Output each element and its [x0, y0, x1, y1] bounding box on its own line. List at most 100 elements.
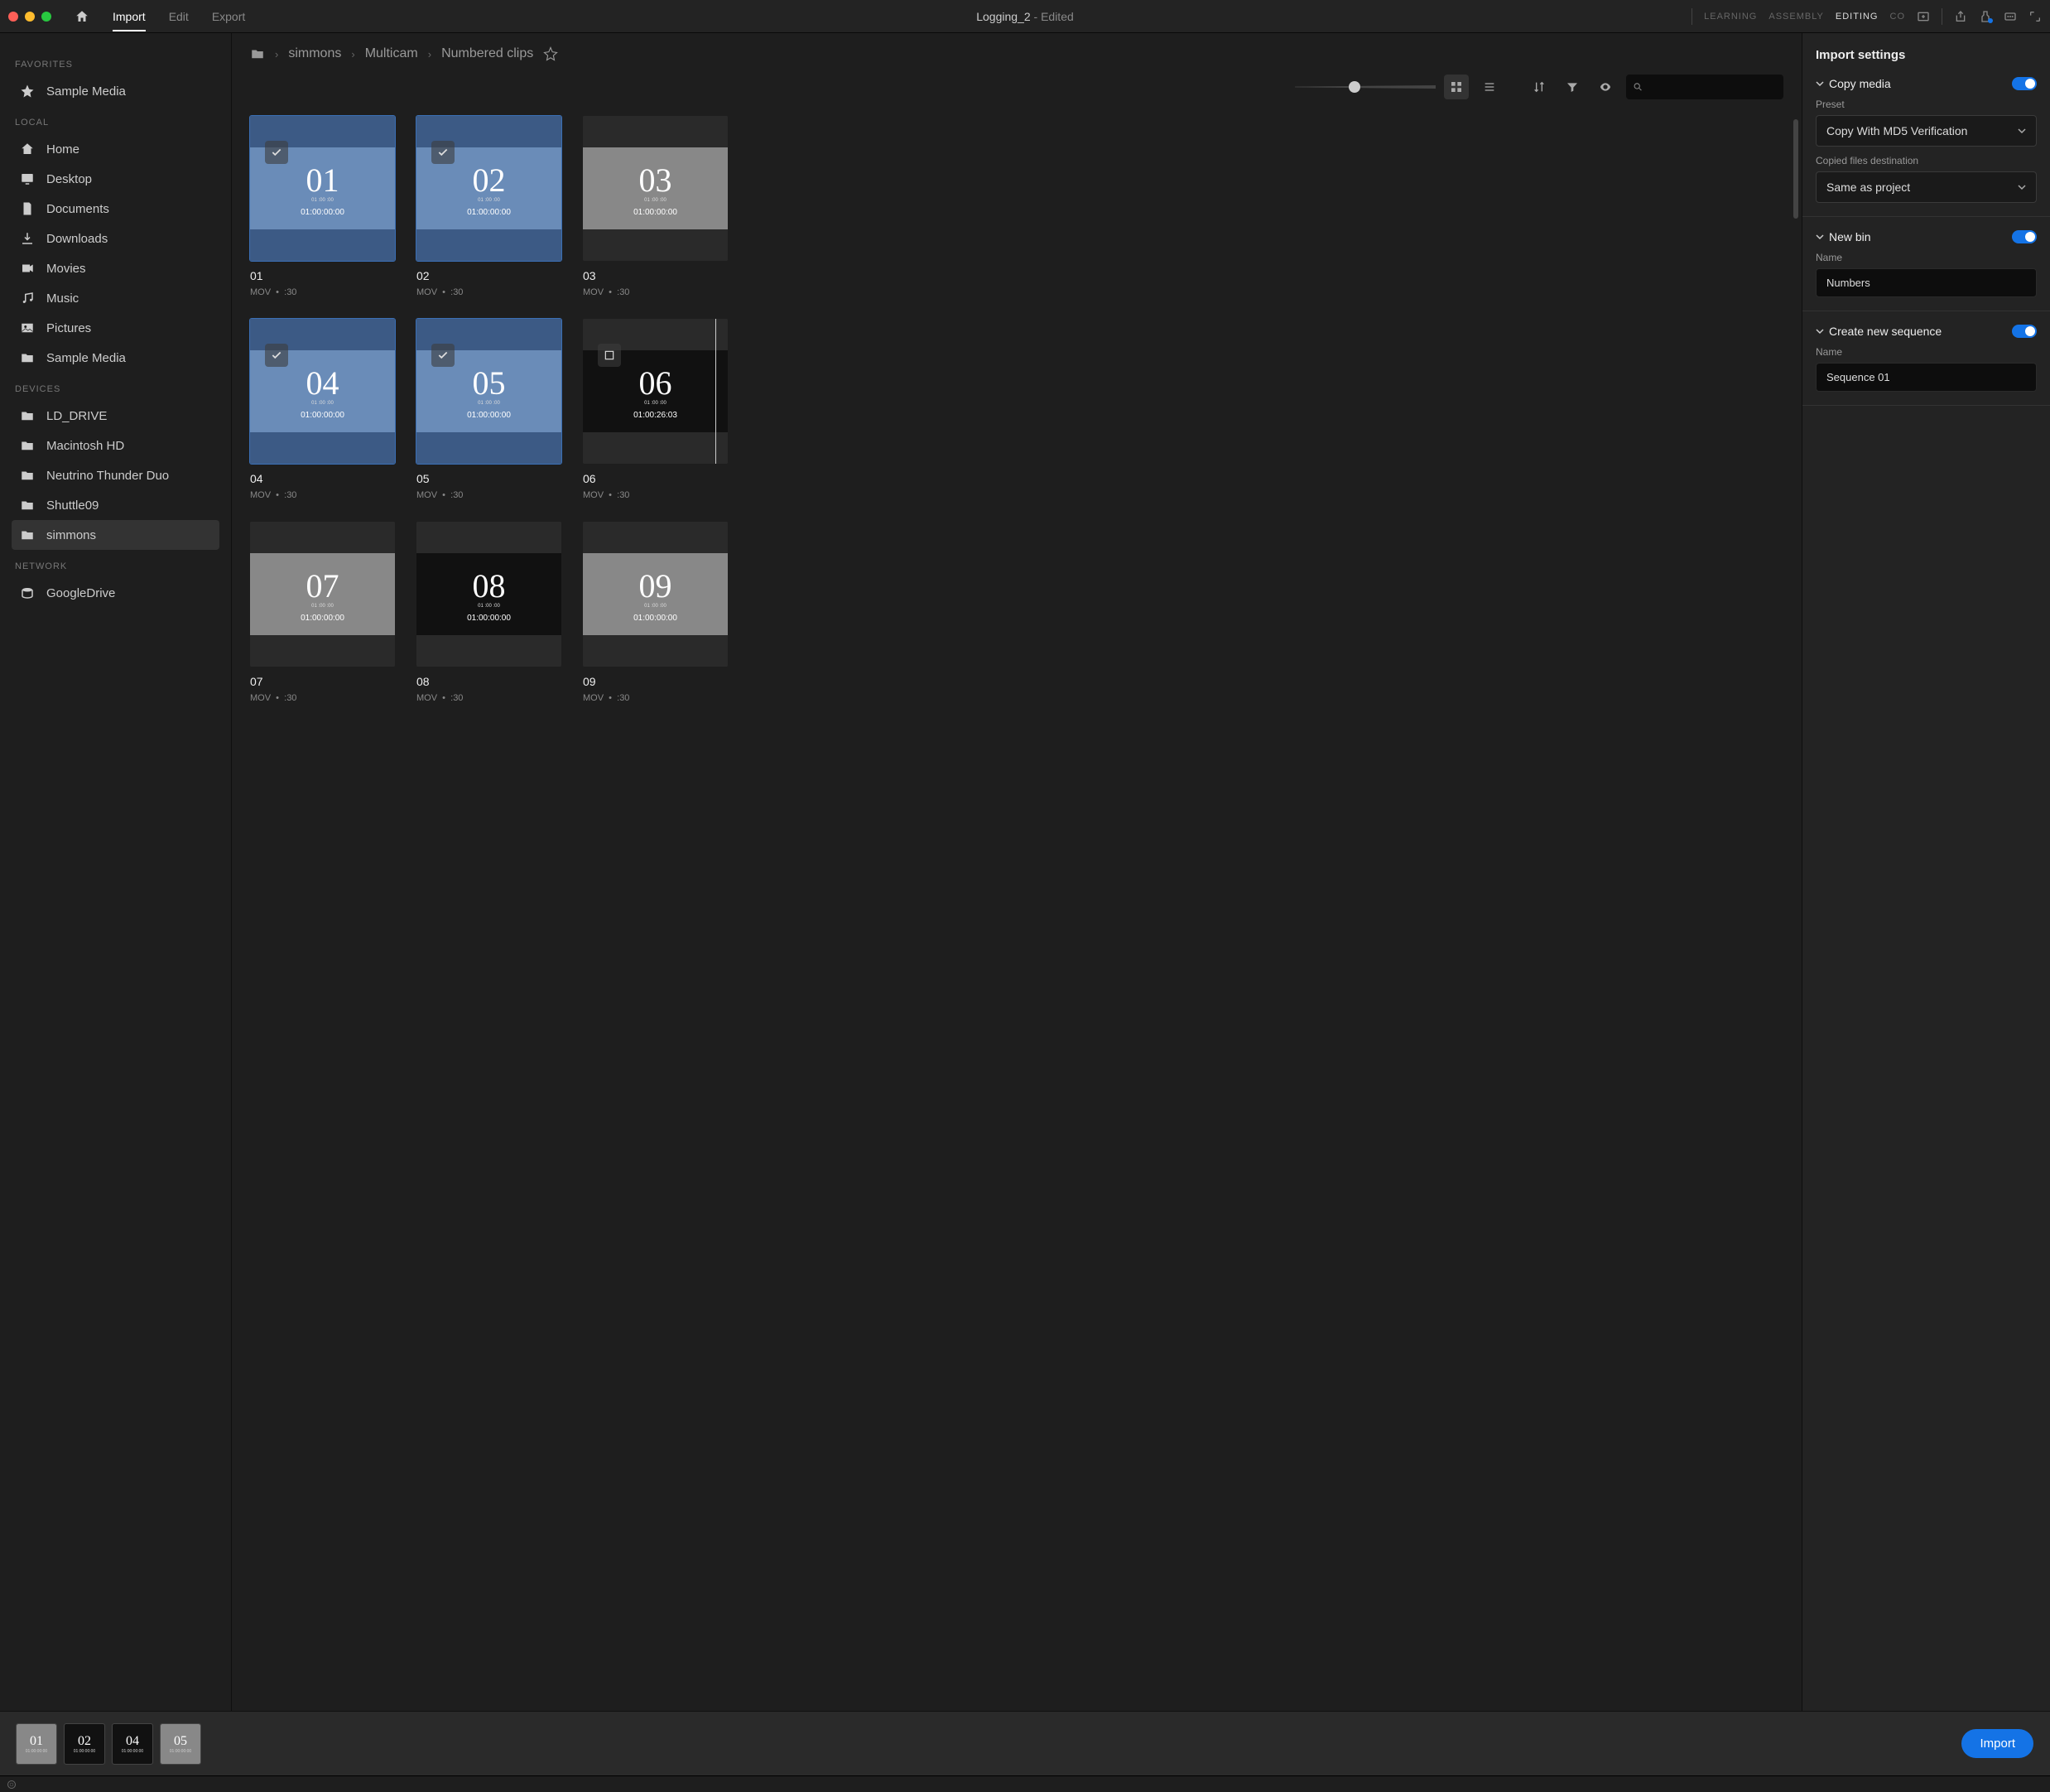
- sequence-name-input[interactable]: [1816, 363, 2037, 392]
- section-copy-media[interactable]: Copy media: [1816, 77, 2037, 90]
- clip-checkbox[interactable]: [431, 141, 455, 164]
- breadcrumb-root-icon[interactable]: [250, 46, 265, 61]
- sidebar-item-simmons[interactable]: simmons: [12, 520, 219, 550]
- clip-thumbnail[interactable]: 01 01 :00 :00 01:00:00:00: [250, 116, 395, 261]
- clip-number-overlay: 08: [473, 566, 506, 605]
- destination-select[interactable]: Same as project: [1816, 171, 2037, 203]
- sidebar-item-sample-media-fav[interactable]: Sample Media: [12, 76, 219, 106]
- toggle-copy-media[interactable]: [2012, 77, 2037, 90]
- clip-card[interactable]: 08 01 :00 :00 01:00:00:00 08 MOV • :30: [416, 522, 561, 703]
- sidebar-item-neutrino[interactable]: Neutrino Thunder Duo: [12, 460, 219, 490]
- clip-number-overlay: 05: [473, 364, 506, 402]
- import-button[interactable]: Import: [1961, 1729, 2033, 1758]
- list-view-icon[interactable]: [1477, 75, 1502, 99]
- workspace-color[interactable]: CO: [1890, 12, 1906, 22]
- breadcrumb-item[interactable]: simmons: [288, 46, 341, 61]
- sidebar-item-googledrive[interactable]: GoogleDrive: [12, 578, 219, 608]
- home-button[interactable]: [75, 9, 89, 24]
- workspace-add-icon[interactable]: [1917, 10, 1930, 23]
- clip-thumbnail[interactable]: 09 01 :00 :00 01:00:00:00: [583, 522, 728, 667]
- tray-thumbnail[interactable]: 0401:00:00:00: [113, 1724, 152, 1764]
- tray-thumbnail[interactable]: 0501:00:00:00: [161, 1724, 200, 1764]
- sidebar-item-home[interactable]: Home: [12, 134, 219, 164]
- section-new-bin[interactable]: New bin: [1816, 230, 2037, 243]
- preset-select[interactable]: Copy With MD5 Verification: [1816, 115, 2037, 147]
- clip-card[interactable]: 06 01 :00 :00 01:00:26:03 06 MOV • :30: [583, 319, 728, 500]
- sidebar-item-ld-drive[interactable]: LD_DRIVE: [12, 401, 219, 431]
- sidebar-item-documents[interactable]: Documents: [12, 194, 219, 224]
- clip-name: 09: [583, 675, 728, 688]
- preset-label: Preset: [1816, 99, 2037, 110]
- clip-thumbnail[interactable]: 02 01 :00 :00 01:00:00:00: [416, 116, 561, 261]
- bin-name-input[interactable]: [1816, 268, 2037, 297]
- tab-import[interactable]: Import: [113, 2, 146, 31]
- clip-thumbnail[interactable]: 08 01 :00 :00 01:00:00:00: [416, 522, 561, 667]
- clip-name: 07: [250, 675, 395, 688]
- tray-thumbnail[interactable]: 0101:00:00:00: [17, 1724, 56, 1764]
- section-local-label: LOCAL: [15, 118, 219, 128]
- clip-checkbox[interactable]: [598, 344, 621, 367]
- clip-name: 05: [416, 472, 561, 485]
- clip-thumbnail[interactable]: 05 01 :00 :00 01:00:00:00: [416, 319, 561, 464]
- clip-grid-scroll[interactable]: 01 01 :00 :00 01:00:00:00 01 MOV • :30 0…: [232, 111, 1802, 1711]
- breadcrumb-item[interactable]: Multicam: [365, 46, 418, 61]
- section-network-label: NETWORK: [15, 561, 219, 571]
- clip-thumbnail[interactable]: 03 01 :00 :00 01:00:00:00: [583, 116, 728, 261]
- breadcrumb-item[interactable]: Numbered clips: [441, 46, 533, 61]
- close-window-icon[interactable]: [8, 12, 18, 22]
- clip-card[interactable]: 09 01 :00 :00 01:00:00:00 09 MOV • :30: [583, 522, 728, 703]
- clip-card[interactable]: 03 01 :00 :00 01:00:00:00 03 MOV • :30: [583, 116, 728, 297]
- clip-card[interactable]: 01 01 :00 :00 01:00:00:00 01 MOV • :30: [250, 116, 395, 297]
- sidebar-item-macintosh-hd[interactable]: Macintosh HD: [12, 431, 219, 460]
- quick-export-icon[interactable]: [1979, 10, 1992, 23]
- clip-meta: MOV • :30: [583, 287, 728, 297]
- clip-thumbnail[interactable]: 04 01 :00 :00 01:00:00:00: [250, 319, 395, 464]
- section-favorites-label: FAVORITES: [15, 60, 219, 70]
- sidebar-item-desktop[interactable]: Desktop: [12, 164, 219, 194]
- tab-export[interactable]: Export: [212, 2, 245, 31]
- grid-view-icon[interactable]: [1444, 75, 1469, 99]
- search-input[interactable]: [1626, 75, 1783, 99]
- clip-checkbox[interactable]: [265, 141, 288, 164]
- clip-name: 04: [250, 472, 395, 485]
- clip-meta: MOV • :30: [250, 693, 395, 703]
- tab-edit[interactable]: Edit: [169, 2, 189, 31]
- tray-thumbnail[interactable]: 0201:00:00:00: [65, 1724, 104, 1764]
- sidebar-item-pictures[interactable]: Pictures: [12, 313, 219, 343]
- filter-icon[interactable]: [1560, 75, 1585, 99]
- workspace-assembly[interactable]: ASSEMBLY: [1768, 12, 1824, 22]
- share-icon[interactable]: [1954, 10, 1967, 23]
- toggle-new-sequence[interactable]: [2012, 325, 2037, 338]
- clip-thumbnail[interactable]: 06 01 :00 :00 01:00:26:03: [583, 319, 728, 464]
- sidebar-item-music[interactable]: Music: [12, 283, 219, 313]
- clip-number-overlay: 06: [639, 364, 672, 402]
- visibility-icon[interactable]: [1593, 75, 1618, 99]
- window-controls[interactable]: [8, 12, 51, 22]
- minimize-window-icon[interactable]: [25, 12, 35, 22]
- maximize-window-icon[interactable]: [41, 12, 51, 22]
- workspace-learning[interactable]: LEARNING: [1704, 12, 1757, 22]
- section-new-sequence[interactable]: Create new sequence: [1816, 325, 2037, 338]
- clip-checkbox[interactable]: [265, 344, 288, 367]
- clip-thumbnail[interactable]: 07 01 :00 :00 01:00:00:00: [250, 522, 395, 667]
- workspace-editing[interactable]: EDITING: [1836, 12, 1879, 22]
- cc-sync-icon[interactable]: [7, 1780, 17, 1790]
- favorite-star-icon[interactable]: [543, 46, 558, 61]
- toggle-new-bin[interactable]: [2012, 230, 2037, 243]
- sidebar-item-movies[interactable]: Movies: [12, 253, 219, 283]
- clip-checkbox[interactable]: [431, 344, 455, 367]
- dest-label: Copied files destination: [1816, 155, 2037, 166]
- clip-card[interactable]: 04 01 :00 :00 01:00:00:00 04 MOV • :30: [250, 319, 395, 500]
- sidebar-item-sample-media[interactable]: Sample Media: [12, 343, 219, 373]
- scrollbar-thumb[interactable]: [1793, 119, 1798, 219]
- clip-card[interactable]: 05 01 :00 :00 01:00:00:00 05 MOV • :30: [416, 319, 561, 500]
- sidebar-item-shuttle09[interactable]: Shuttle09: [12, 490, 219, 520]
- thumbnail-zoom-slider[interactable]: [1295, 85, 1436, 89]
- sidebar-item-downloads[interactable]: Downloads: [12, 224, 219, 253]
- clip-timecode: 01:00:00:00: [301, 411, 344, 420]
- sort-icon[interactable]: [1527, 75, 1552, 99]
- progress-icon[interactable]: [2004, 10, 2017, 23]
- clip-card[interactable]: 07 01 :00 :00 01:00:00:00 07 MOV • :30: [250, 522, 395, 703]
- fullscreen-icon[interactable]: [2028, 10, 2042, 23]
- clip-card[interactable]: 02 01 :00 :00 01:00:00:00 02 MOV • :30: [416, 116, 561, 297]
